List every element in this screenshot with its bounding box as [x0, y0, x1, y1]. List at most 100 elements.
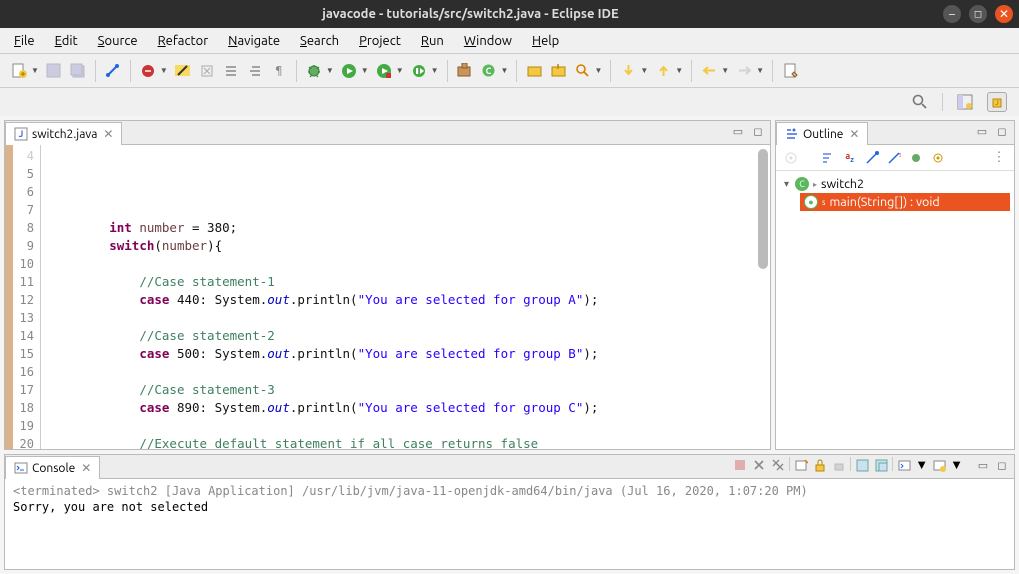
- new-dropdown[interactable]: ▼: [31, 66, 39, 75]
- menu-window[interactable]: Window: [454, 32, 522, 50]
- sort-alpha-button[interactable]: az: [841, 149, 859, 167]
- remove-all-button[interactable]: [770, 457, 786, 473]
- sort-button[interactable]: [819, 149, 837, 167]
- vertical-scrollbar[interactable]: [758, 149, 768, 269]
- menu-help[interactable]: Help: [522, 32, 569, 50]
- menu-navigate[interactable]: Navigate: [218, 32, 290, 50]
- view-menu-icon[interactable]: ⋮: [990, 149, 1008, 167]
- collapse-icon[interactable]: ▾: [784, 178, 789, 190]
- new-java-class-button[interactable]: C: [478, 60, 500, 82]
- focus-on-active-button[interactable]: [782, 149, 800, 167]
- console-tab[interactable]: Console ✕: [5, 456, 100, 479]
- word-wrap-button[interactable]: [831, 457, 847, 473]
- breakpoint-ruler[interactable]: [5, 145, 13, 449]
- new-class-dropdown[interactable]: ▼: [501, 66, 509, 75]
- clear-console-button[interactable]: [793, 457, 809, 473]
- code-line-16[interactable]: [49, 417, 762, 435]
- menu-source[interactable]: Source: [88, 32, 148, 50]
- next-annotation-button[interactable]: [617, 60, 639, 82]
- console-output[interactable]: <terminated> switch2 [Java Application] …: [5, 479, 1014, 569]
- outline-method-node[interactable]: ● s main(String[]) : void: [800, 193, 1010, 211]
- menu-file[interactable]: File: [4, 32, 45, 50]
- link-editor-button[interactable]: [102, 60, 124, 82]
- debug-pointer-button[interactable]: [137, 60, 159, 82]
- prev-annotation-button[interactable]: [652, 60, 674, 82]
- run-last-button[interactable]: [408, 60, 430, 82]
- debug-pointer-dropdown[interactable]: ▼: [160, 66, 168, 75]
- coverage-dropdown[interactable]: ▼: [396, 66, 404, 75]
- code-line-7[interactable]: [49, 255, 762, 273]
- forward-button[interactable]: [733, 60, 755, 82]
- code-line-9[interactable]: case 440: System.out.println("You are se…: [49, 291, 762, 309]
- code-line-10[interactable]: [49, 309, 762, 327]
- menu-refactor[interactable]: Refactor: [148, 32, 219, 50]
- editor-minimize-button[interactable]: ▭: [730, 123, 746, 139]
- indent-button[interactable]: [244, 60, 266, 82]
- console-tab-close-icon[interactable]: ✕: [81, 461, 91, 475]
- run-button[interactable]: [338, 60, 360, 82]
- console-minimize-button[interactable]: ▭: [975, 457, 991, 473]
- coverage-button[interactable]: [373, 60, 395, 82]
- outline-maximize-button[interactable]: ◻: [994, 123, 1010, 139]
- show-console-button[interactable]: [873, 457, 889, 473]
- pin-editor-button[interactable]: [779, 60, 801, 82]
- back-button[interactable]: [698, 60, 720, 82]
- save-all-button[interactable]: [67, 60, 89, 82]
- new-java-package-button[interactable]: [454, 60, 476, 82]
- scroll-lock-button[interactable]: [812, 457, 828, 473]
- code-line-13[interactable]: [49, 363, 762, 381]
- editor-maximize-button[interactable]: ◻: [750, 123, 766, 139]
- menu-run[interactable]: Run: [411, 32, 454, 50]
- line-number-gutter[interactable]: 456789101112131415161718192021: [13, 145, 41, 449]
- outline-class-node[interactable]: ▾ C ▸ switch2: [780, 175, 1010, 193]
- whitespace-button[interactable]: ¶: [268, 60, 290, 82]
- open-task-button[interactable]: [547, 60, 569, 82]
- hide-local-button[interactable]: [929, 149, 947, 167]
- code-line-6[interactable]: switch(number){: [49, 237, 762, 255]
- code-line-12[interactable]: case 500: System.out.println("You are se…: [49, 345, 762, 363]
- window-maximize-button[interactable]: ◻: [969, 5, 987, 23]
- quick-search-icon[interactable]: [910, 92, 930, 112]
- hide-static-button[interactable]: s: [885, 149, 903, 167]
- code-line-15[interactable]: case 890: System.out.println("You are se…: [49, 399, 762, 417]
- editor-tab-close-icon[interactable]: ✕: [103, 127, 113, 141]
- search-button[interactable]: [571, 60, 593, 82]
- window-close-button[interactable]: ✕: [995, 5, 1013, 23]
- code-editor[interactable]: int number = 380; switch(number){ //Case…: [41, 145, 770, 449]
- format-button[interactable]: [220, 60, 242, 82]
- remove-launch-button[interactable]: [751, 457, 767, 473]
- search-dropdown[interactable]: ▼: [594, 66, 602, 75]
- outline-tab[interactable]: Outline ✕: [776, 122, 868, 145]
- open-console-button[interactable]: [931, 457, 947, 473]
- display-selected-console-button[interactable]: [896, 457, 912, 473]
- console-maximize-button[interactable]: ◻: [994, 457, 1010, 473]
- code-line-4[interactable]: [49, 201, 762, 219]
- menu-search[interactable]: Search: [290, 32, 349, 50]
- save-button[interactable]: [43, 60, 65, 82]
- code-line-8[interactable]: //Case statement-1: [49, 273, 762, 291]
- window-minimize-button[interactable]: –: [943, 5, 961, 23]
- hide-nonpublic-button[interactable]: [907, 149, 925, 167]
- outline-minimize-button[interactable]: ▭: [974, 123, 990, 139]
- new-button[interactable]: [8, 60, 30, 82]
- outline-tree[interactable]: ▾ C ▸ switch2 ● s main(String[]) : void: [776, 171, 1014, 449]
- java-perspective-button[interactable]: J: [987, 92, 1007, 112]
- block-comment-button[interactable]: [196, 60, 218, 82]
- code-line-14[interactable]: //Case statement-3: [49, 381, 762, 399]
- highlight-button[interactable]: [172, 60, 194, 82]
- hide-fields-button[interactable]: [863, 149, 881, 167]
- run-last-dropdown[interactable]: ▼: [431, 66, 439, 75]
- open-type-button[interactable]: [523, 60, 545, 82]
- code-line-11[interactable]: //Case statement-2: [49, 327, 762, 345]
- outline-tab-close-icon[interactable]: ✕: [849, 127, 859, 141]
- terminate-button[interactable]: [732, 457, 748, 473]
- run-dropdown[interactable]: ▼: [361, 66, 369, 75]
- menu-edit[interactable]: Edit: [45, 32, 88, 50]
- menu-project[interactable]: Project: [349, 32, 411, 50]
- pin-console-button[interactable]: [854, 457, 870, 473]
- code-line-5[interactable]: int number = 380;: [49, 219, 762, 237]
- debug-button[interactable]: [303, 60, 325, 82]
- code-line-17[interactable]: //Execute default statement if all case …: [49, 435, 762, 449]
- debug-dropdown[interactable]: ▼: [326, 66, 334, 75]
- editor-tab-switch2[interactable]: J switch2.java ✕: [5, 122, 122, 145]
